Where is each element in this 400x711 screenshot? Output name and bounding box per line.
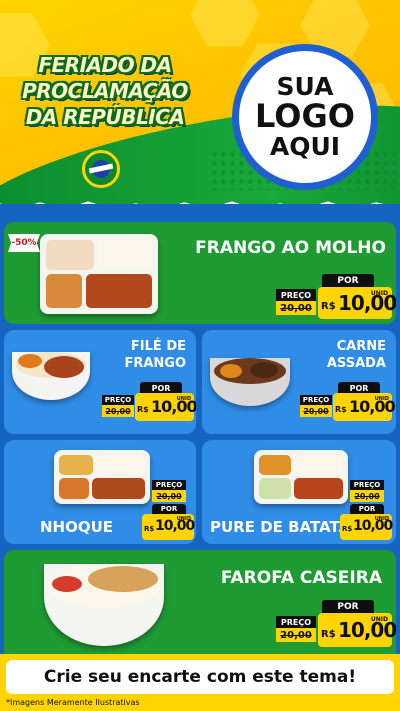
- food-bowl-image: [210, 358, 290, 406]
- food-bowl-image: [12, 352, 90, 400]
- title-line-3: DA REPÚBLICA: [25, 105, 185, 129]
- food-tray-image: [54, 450, 150, 504]
- por-label: POR: [350, 504, 384, 514]
- product-name: NHOQUE: [40, 518, 114, 536]
- holiday-title: FERIADO DA PROCLAMAÇÃO DA REPÚBLICA: [10, 52, 200, 130]
- logo-placeholder[interactable]: SUA LOGO AQUI: [232, 44, 378, 190]
- currency: R$: [321, 629, 336, 640]
- new-price-box: R$ 10,00 UNID: [340, 514, 393, 540]
- preco-label: PREÇO: [350, 480, 384, 490]
- product-name: FILÉ DE FRANGO: [124, 338, 186, 372]
- preco-label: PREÇO: [276, 289, 316, 301]
- title-line-1: FERIADO DA: [38, 53, 172, 77]
- product-card-carne-assada[interactable]: CARNE ASSADA POR PREÇO 20,00 R$ 10,00 UN…: [202, 330, 396, 434]
- currency: R$: [144, 525, 155, 533]
- price-tag: PREÇO 20,00 POR R$ 10,00 UNID: [142, 480, 195, 540]
- product-card-nhoque[interactable]: NHOQUE PREÇO 20,00 POR R$ 10,00 UNID: [4, 440, 196, 544]
- product-name-line-2: ASSADA: [326, 356, 386, 371]
- header-banner: FERIADO DA PROCLAMAÇÃO DA REPÚBLICA SUA …: [0, 0, 400, 205]
- preco-label: PREÇO: [276, 616, 316, 628]
- unit: UNID: [374, 516, 389, 522]
- currency: R$: [137, 405, 149, 414]
- new-price-box: R$ 10,00 UNID: [318, 287, 396, 319]
- product-card-frango-ao-molho[interactable]: FRANGO AO MOLHO POR PREÇO 20,00 R$ 10,00…: [4, 222, 396, 324]
- product-name: FRANGO AO MOLHO: [195, 238, 386, 258]
- product-name-line-2: FRANGO: [124, 356, 186, 371]
- currency: R$: [342, 525, 353, 533]
- torn-shadow: [0, 204, 400, 216]
- new-price-box: R$ 10,00 UNID: [142, 514, 195, 540]
- product-name-line-1: FILÉ DE: [130, 339, 186, 354]
- food-bowl-image: [44, 564, 164, 646]
- new-price-box: R$ 10,00 UNID: [333, 393, 396, 421]
- discount-badge: -50%: [8, 234, 40, 252]
- old-price: 20,00: [350, 490, 384, 502]
- preco-label: PREÇO: [102, 395, 134, 405]
- currency: R$: [321, 301, 336, 312]
- product-name-line-1: CARNE: [336, 339, 386, 354]
- product-name: PURE DE BATATA: [210, 518, 351, 536]
- por-label: POR: [322, 600, 374, 614]
- por-label: POR: [322, 274, 374, 288]
- unit: UNID: [370, 616, 388, 623]
- food-tray-image: [40, 234, 158, 314]
- decor-hexagon: [190, 0, 260, 47]
- product-card-file-de-frango[interactable]: FILÉ DE FRANGO POR PREÇO 20,00 R$ 10,00 …: [4, 330, 196, 434]
- unit: UNID: [176, 396, 191, 402]
- price-tag: POR PREÇO 20,00 R$ 10,00 UNID: [300, 382, 396, 422]
- logo-line-2: LOGO: [255, 97, 355, 136]
- unit: UNID: [370, 290, 388, 297]
- product-name: CARNE ASSADA: [327, 338, 386, 372]
- old-price: 20,00: [152, 490, 186, 502]
- product-card-farofa-caseira[interactable]: FAROFA CASEIRA POR PREÇO 20,00 R$ 10,00 …: [4, 550, 396, 662]
- footnote: *Imagens Meramente Ilustrativas: [6, 698, 140, 707]
- price-tag: PREÇO 20,00 POR R$ 10,00 UNID: [340, 480, 393, 540]
- unit: UNID: [176, 516, 191, 522]
- por-label: POR: [152, 504, 186, 514]
- old-price: 20,00: [102, 405, 134, 417]
- product-card-pure-de-batata[interactable]: PURE DE BATATA PREÇO 20,00 POR R$ 10,00 …: [202, 440, 396, 544]
- old-price: 20,00: [300, 405, 332, 417]
- preco-label: PREÇO: [300, 395, 332, 405]
- price-tag: POR PREÇO 20,00 R$ 10,00 UNID: [274, 600, 396, 648]
- logo-line-3: AQUI: [269, 131, 341, 161]
- food-tray-image: [254, 450, 348, 504]
- price-tag: POR PREÇO 20,00 R$ 10,00 UNID: [274, 274, 396, 320]
- cta-button[interactable]: Crie seu encarte com este tema!: [6, 660, 394, 694]
- price-tag: POR PREÇO 20,00 R$ 10,00 UNID: [102, 382, 196, 422]
- cta-bar: Crie seu encarte com este tema!: [0, 654, 400, 698]
- old-price: 20,00: [276, 301, 316, 315]
- old-price: 20,00: [276, 628, 316, 642]
- new-price-box: R$ 10,00 UNID: [318, 613, 396, 647]
- product-name: FAROFA CASEIRA: [220, 568, 382, 588]
- brazil-flag-emblem-icon: [82, 150, 120, 188]
- preco-label: PREÇO: [152, 480, 186, 490]
- unit: UNID: [374, 396, 389, 402]
- title-line-2: PROCLAMAÇÃO: [22, 79, 188, 103]
- currency: R$: [335, 405, 347, 414]
- new-price-box: R$ 10,00 UNID: [135, 393, 196, 421]
